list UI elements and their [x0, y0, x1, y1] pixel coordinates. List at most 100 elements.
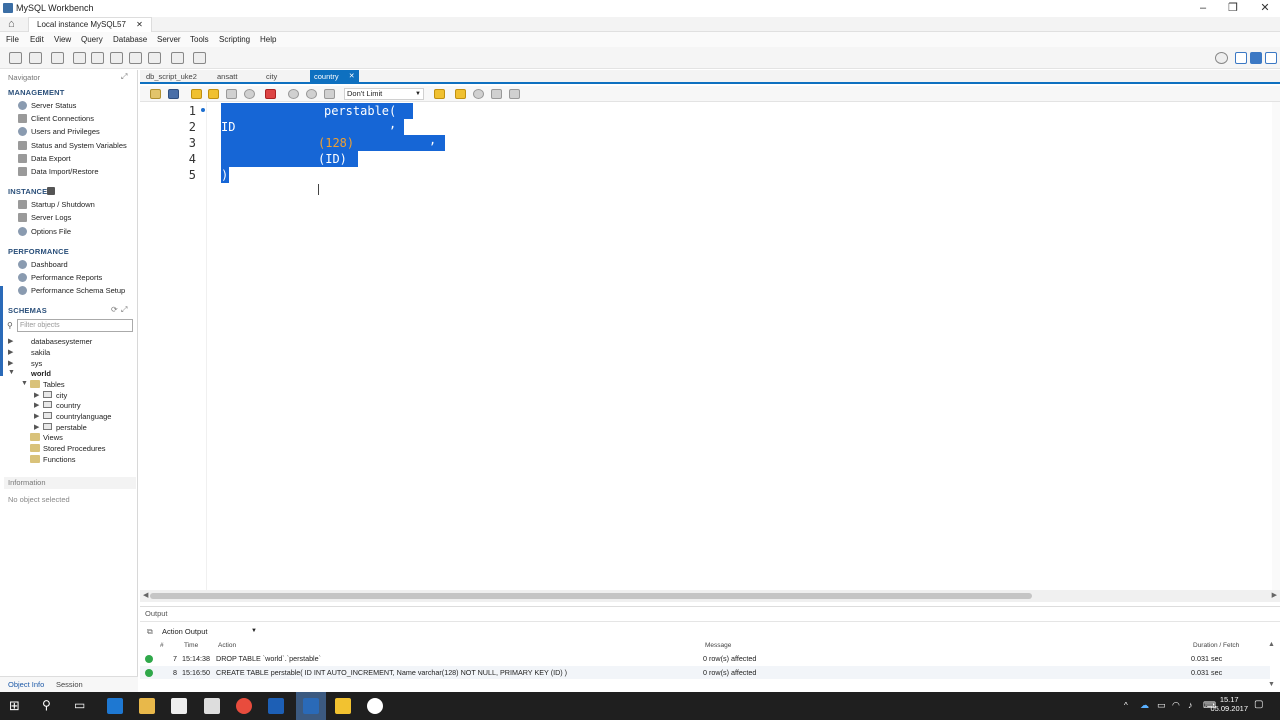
nav-item-server-status[interactable]: Server Status — [31, 101, 76, 110]
explain-icon[interactable] — [226, 89, 237, 99]
tab-ansatt[interactable]: ansatt — [217, 72, 237, 81]
commit-icon[interactable] — [288, 89, 299, 99]
tab-db-script-uke2[interactable]: db_script_uke2 — [146, 72, 197, 81]
menu-help[interactable]: Help — [260, 35, 276, 44]
toggle-output-icon[interactable] — [1250, 52, 1262, 64]
windows-start-icon[interactable]: ⊞ — [9, 698, 20, 714]
expand-icon[interactable]: ⤢ — [121, 72, 127, 82]
task-view-icon[interactable]: ▭ — [74, 698, 85, 712]
search-icon[interactable]: ⚲ — [42, 698, 51, 712]
chevron-up-icon[interactable]: ^ — [1124, 701, 1128, 710]
nav-item-dashboard[interactable]: Dashboard — [31, 260, 68, 269]
stop-icon[interactable] — [244, 89, 255, 99]
nav-item-data-export[interactable]: Data Export — [31, 154, 71, 163]
connection-tab[interactable]: Local instance MySQL57 ✕ — [28, 17, 152, 32]
close-icon[interactable]: ✕ — [349, 72, 355, 80]
wifi-icon[interactable]: ◠ — [1172, 700, 1180, 711]
create-procedure-icon[interactable] — [129, 52, 142, 64]
create-schema-icon[interactable] — [73, 52, 86, 64]
tab-country[interactable]: country ✕ — [310, 70, 359, 82]
table-country[interactable]: country — [56, 401, 81, 410]
notifications-icon[interactable]: ▢ — [1254, 699, 1263, 710]
chevron-right-icon[interactable]: ▶ — [8, 348, 13, 356]
onedrive-icon[interactable]: ☁ — [1140, 700, 1149, 711]
toggle-sidebar-icon[interactable] — [1235, 52, 1247, 64]
volume-icon[interactable]: ♪ — [1188, 700, 1193, 710]
recorder-icon[interactable] — [367, 698, 383, 714]
tree-tables[interactable]: Tables — [43, 380, 65, 389]
schema-sakila[interactable]: sakila — [31, 348, 50, 357]
tree-stored-procedures[interactable]: Stored Procedures — [43, 444, 106, 453]
search-table-data-icon[interactable] — [171, 52, 184, 64]
gear-icon[interactable] — [1215, 52, 1228, 64]
scroll-up-icon[interactable]: ▲ — [1268, 641, 1275, 648]
word-wrap-icon[interactable] — [509, 89, 520, 99]
nav-item-options-file[interactable]: Options File — [31, 227, 71, 236]
menu-view[interactable]: View — [54, 35, 71, 44]
battery-icon[interactable]: ▭ — [1157, 700, 1166, 711]
menu-server[interactable]: Server — [157, 35, 181, 44]
menu-query[interactable]: Query — [81, 35, 103, 44]
restore-button[interactable]: ❐ — [1218, 0, 1248, 17]
chevron-right-icon[interactable]: ▶ — [34, 412, 39, 420]
create-function-icon[interactable] — [148, 52, 161, 64]
schema-world[interactable]: world — [31, 369, 51, 378]
toggle-error-icon[interactable] — [265, 89, 276, 99]
nav-item-client-connections[interactable]: Client Connections — [31, 114, 94, 123]
tree-functions[interactable]: Functions — [43, 455, 76, 464]
menu-tools[interactable]: Tools — [190, 35, 209, 44]
chevron-right-icon[interactable]: ▶ — [8, 359, 13, 367]
tab-session[interactable]: Session — [56, 680, 83, 689]
tab-city[interactable]: city — [266, 72, 277, 81]
chevron-right-icon[interactable]: ▶ — [34, 401, 39, 409]
chrome-icon[interactable] — [236, 698, 252, 714]
edge-icon[interactable] — [107, 698, 123, 714]
reconnect-icon[interactable] — [193, 52, 206, 64]
store-icon[interactable] — [171, 698, 187, 714]
open-file-icon[interactable] — [150, 89, 161, 99]
table-perstable[interactable]: perstable — [56, 423, 87, 432]
menu-file[interactable]: File — [6, 35, 19, 44]
bookmark-icon[interactable] — [434, 89, 445, 99]
chevron-right-icon[interactable]: ▶ — [34, 391, 39, 399]
scrollbar-thumb[interactable] — [150, 593, 1032, 599]
chevron-right-icon[interactable]: ▶ — [8, 337, 13, 345]
new-sql-tab-icon[interactable] — [9, 52, 22, 64]
row-limit-select[interactable]: Don't Limit ▼ — [344, 88, 424, 100]
mail-icon[interactable] — [204, 698, 220, 714]
taskbar-clock[interactable]: 15.17 05.09.2017 — [1210, 695, 1248, 713]
menu-database[interactable]: Database — [113, 35, 147, 44]
create-view-icon[interactable] — [110, 52, 123, 64]
nav-item-performance-schema-setup[interactable]: Performance Schema Setup — [31, 286, 125, 295]
editor-horizontal-scrollbar[interactable]: ◀ ▶ — [140, 590, 1280, 602]
home-icon[interactable]: ⌂ — [8, 18, 15, 30]
beautify-icon[interactable] — [455, 89, 466, 99]
inspector-icon[interactable] — [51, 52, 64, 64]
file-explorer-icon[interactable] — [139, 698, 155, 714]
chevron-down-icon[interactable]: ▼ — [21, 380, 28, 387]
expand-icon[interactable]: ⤢ — [121, 305, 127, 315]
close-window-button[interactable]: ✕ — [1250, 0, 1280, 17]
table-countrylanguage[interactable]: countrylanguage — [56, 412, 111, 421]
explorer-folder-icon[interactable] — [335, 698, 351, 714]
nav-item-status-variables[interactable]: Status and System Variables — [31, 141, 127, 150]
mysql-workbench-icon[interactable] — [303, 698, 319, 714]
editor-vertical-scrollbar[interactable] — [1272, 102, 1280, 590]
table-city[interactable]: city — [56, 391, 67, 400]
chevron-down-icon[interactable]: ▼ — [8, 369, 15, 376]
nav-item-users-privileges[interactable]: Users and Privileges — [31, 127, 100, 136]
menu-scripting[interactable]: Scripting — [219, 35, 250, 44]
find-icon[interactable] — [473, 89, 484, 99]
minimize-button[interactable]: – — [1188, 0, 1218, 17]
nav-item-server-logs[interactable]: Server Logs — [31, 213, 71, 222]
scroll-left-icon[interactable]: ◀ — [143, 591, 148, 599]
menu-edit[interactable]: Edit — [30, 35, 44, 44]
schema-sys[interactable]: sys — [31, 359, 42, 368]
schema-databasesystemer[interactable]: databasesystemer — [31, 337, 92, 346]
invisible-chars-icon[interactable] — [491, 89, 502, 99]
rollback-icon[interactable] — [306, 89, 317, 99]
toggle-secondary-sidebar-icon[interactable] — [1265, 52, 1277, 64]
nav-item-performance-reports[interactable]: Performance Reports — [31, 273, 102, 282]
outlook-icon[interactable] — [268, 698, 284, 714]
execute-icon[interactable] — [191, 89, 202, 99]
